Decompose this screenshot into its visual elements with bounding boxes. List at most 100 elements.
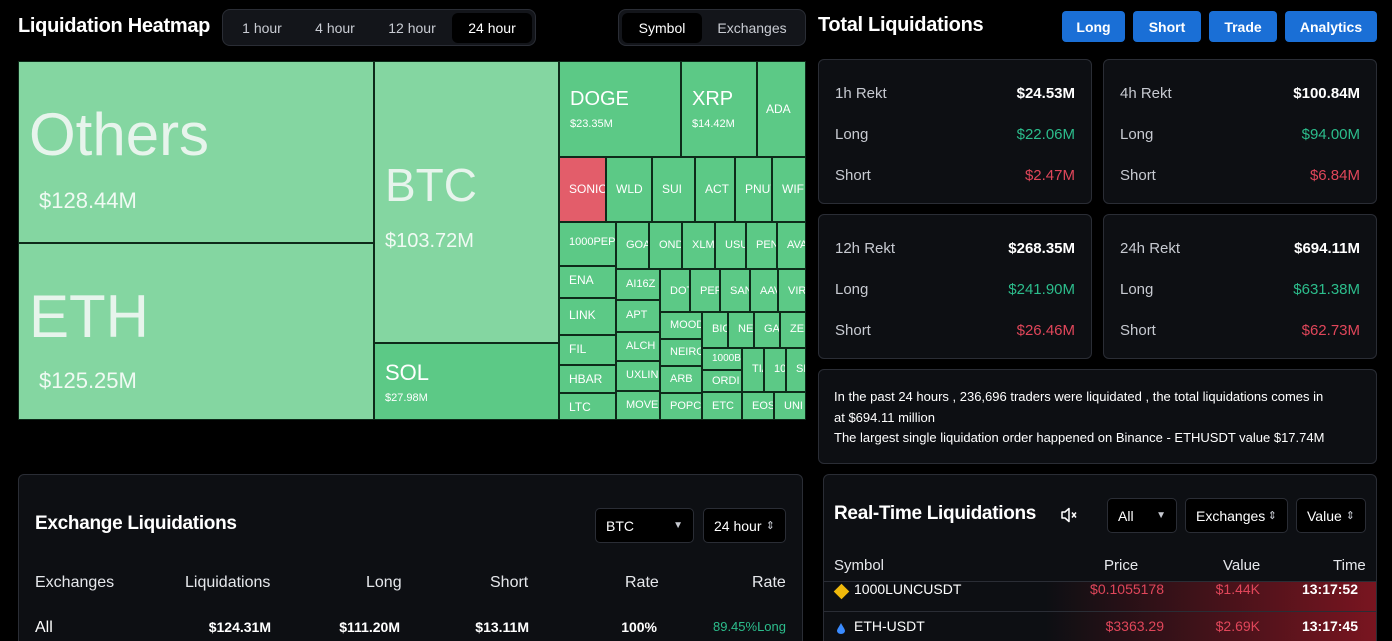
card-1h: 1h Rekt $24.53M Long $22.06M Short $2.47M [818, 59, 1092, 204]
tile-label: GALA [764, 323, 780, 335]
tile-label: USUAL [725, 239, 745, 251]
tile-moodeng[interactable]: MOODENG [660, 312, 702, 339]
tile-ai16z[interactable]: AI16Z [616, 269, 660, 300]
tile-etc[interactable]: ETC [702, 392, 742, 420]
tile-move[interactable]: MOVE [616, 391, 660, 420]
tile-pengu[interactable]: PENGU [746, 222, 777, 269]
tile-zen[interactable]: ZEN [780, 312, 806, 348]
card-long-label: Long [835, 126, 869, 143]
tile-eth[interactable]: ETH $125.25M [18, 243, 374, 420]
tile-virtual[interactable]: VIRTUAL [778, 269, 806, 312]
tile-uni[interactable]: UNI [774, 392, 806, 420]
card-short: $26.46M [1016, 322, 1075, 339]
chevron-down-icon: ▼ [1156, 510, 1166, 521]
timeframe-1h[interactable]: 1 hour [226, 13, 298, 43]
filter-value-select[interactable]: Value ⇕ [1296, 498, 1366, 533]
row-exchange[interactable]: All [35, 619, 53, 637]
tile-label: MOVE [626, 399, 659, 411]
realtime-row[interactable]: 1000LUNCUSDT $0.1055178 $1.44K 13:17:52 [824, 581, 1376, 611]
period-select[interactable]: 24 hour ⇕ [703, 508, 786, 543]
tile-label: GOAT [626, 239, 649, 251]
tile-wld[interactable]: WLD [606, 157, 652, 222]
timeframe-12h[interactable]: 12 hour [372, 13, 452, 43]
col-price: Price [1104, 557, 1139, 574]
tile-gala[interactable]: GALA [754, 312, 780, 348]
tile-uxlink[interactable]: UXLINK [616, 361, 660, 391]
tile-popcat[interactable]: POPCAT [660, 393, 702, 420]
tile-label: PNUT [745, 182, 771, 196]
tile-fil[interactable]: FIL [559, 335, 616, 365]
tile-alch[interactable]: ALCH [616, 332, 660, 361]
okx-drop-icon [837, 621, 845, 634]
realtime-title: Real-Time Liquidations [834, 503, 1037, 524]
binance-icon [833, 583, 850, 600]
tile-doge-label: DOGE [570, 88, 629, 110]
tile-10[interactable]: 10 [764, 348, 786, 392]
row-liquidations: $124.31M [208, 619, 271, 635]
realtime-row-value: $1.44K [1215, 581, 1260, 597]
tile-others[interactable]: Others $128.44M [18, 61, 374, 243]
tile-label: XLM [692, 239, 715, 251]
tile-arb[interactable]: ARB [660, 366, 702, 393]
card-long-label: Long [835, 281, 869, 298]
card-period: 1h Rekt [835, 85, 887, 102]
tile-dot[interactable]: DOT [660, 269, 690, 312]
tile-avax[interactable]: AVAX [777, 222, 806, 269]
tile-btc[interactable]: BTC $103.72M [374, 61, 559, 343]
filter-all-select[interactable]: All ▼ [1107, 498, 1177, 533]
tile-apt[interactable]: APT [616, 300, 660, 332]
tile-goat[interactable]: GOAT [616, 222, 649, 269]
tile-sei[interactable]: SEI [786, 348, 806, 392]
total-liquidations-title: Total Liquidations [818, 14, 984, 36]
tile-label: SEI [796, 363, 805, 375]
tile-ada[interactable]: ADA [757, 61, 806, 157]
trade-button[interactable]: Trade [1209, 11, 1277, 42]
tile-ondo[interactable]: ONDO [649, 222, 682, 269]
tile-near[interactable]: NEAR [728, 312, 754, 348]
tile-pnut[interactable]: PNUT [735, 157, 772, 222]
tile-usual[interactable]: USUAL [715, 222, 746, 269]
analytics-button[interactable]: Analytics [1285, 11, 1377, 42]
tile-1000pepe[interactable]: 1000PEPE [559, 222, 616, 266]
symbol-select[interactable]: BTC ▼ [595, 508, 694, 543]
short-button[interactable]: Short [1133, 11, 1201, 42]
long-button[interactable]: Long [1062, 11, 1125, 42]
tile-sol[interactable]: SOL $27.98M [374, 343, 559, 420]
tile-wif[interactable]: WIF [772, 157, 806, 222]
tile-sand[interactable]: SAND [720, 269, 750, 312]
tile-tia[interactable]: TIA [742, 348, 764, 392]
tile-sol-value: $27.98M [385, 392, 428, 404]
tile-xrp[interactable]: XRP $14.42M [681, 61, 757, 157]
tile-btc-value: $103.72M [385, 230, 474, 252]
view-symbol[interactable]: Symbol [622, 13, 702, 43]
summary-line-3: The largest single liquidation order hap… [834, 430, 1325, 445]
tile-sonic[interactable]: SONIC [559, 157, 606, 222]
tile-doge[interactable]: DOGE $23.35M [559, 61, 681, 157]
view-exchanges[interactable]: Exchanges [702, 13, 802, 43]
tile-1000bonk[interactable]: 1000BONK [702, 348, 742, 370]
tile-ena[interactable]: ENA [559, 266, 616, 298]
tile-act[interactable]: ACT [695, 157, 735, 222]
tile-sui[interactable]: SUI [652, 157, 695, 222]
tile-neiro[interactable]: NEIRO [660, 339, 702, 366]
tile-eos[interactable]: EOS [742, 392, 774, 420]
card-long-label: Long [1120, 281, 1154, 298]
tile-pepe[interactable]: PEPE [690, 269, 720, 312]
card-short-label: Short [1120, 322, 1156, 339]
filter-exchanges-select[interactable]: Exchanges ⇕ [1185, 498, 1288, 533]
timeframe-24h[interactable]: 24 hour [452, 13, 532, 43]
tile-label: HBAR [569, 372, 603, 386]
tile-xlm[interactable]: XLM [682, 222, 715, 269]
tile-label: LINK [569, 308, 596, 322]
tile-bio[interactable]: BIO [702, 312, 728, 348]
tile-ltc[interactable]: LTC [559, 393, 616, 420]
tile-link[interactable]: LINK [559, 298, 616, 335]
timeframe-4h[interactable]: 4 hour [298, 13, 372, 43]
mute-icon[interactable] [1059, 505, 1079, 525]
realtime-row[interactable]: ETH-USDT $3363.29 $2.69K 13:17:45 [824, 611, 1376, 641]
tile-hbar[interactable]: HBAR [559, 365, 616, 393]
realtime-row-symbol: 1000LUNCUSDT [854, 581, 962, 597]
tile-aave[interactable]: AAVE [750, 269, 778, 312]
tile-ordi[interactable]: ORDI [702, 370, 742, 392]
col-rate-side: Rate [752, 574, 786, 591]
